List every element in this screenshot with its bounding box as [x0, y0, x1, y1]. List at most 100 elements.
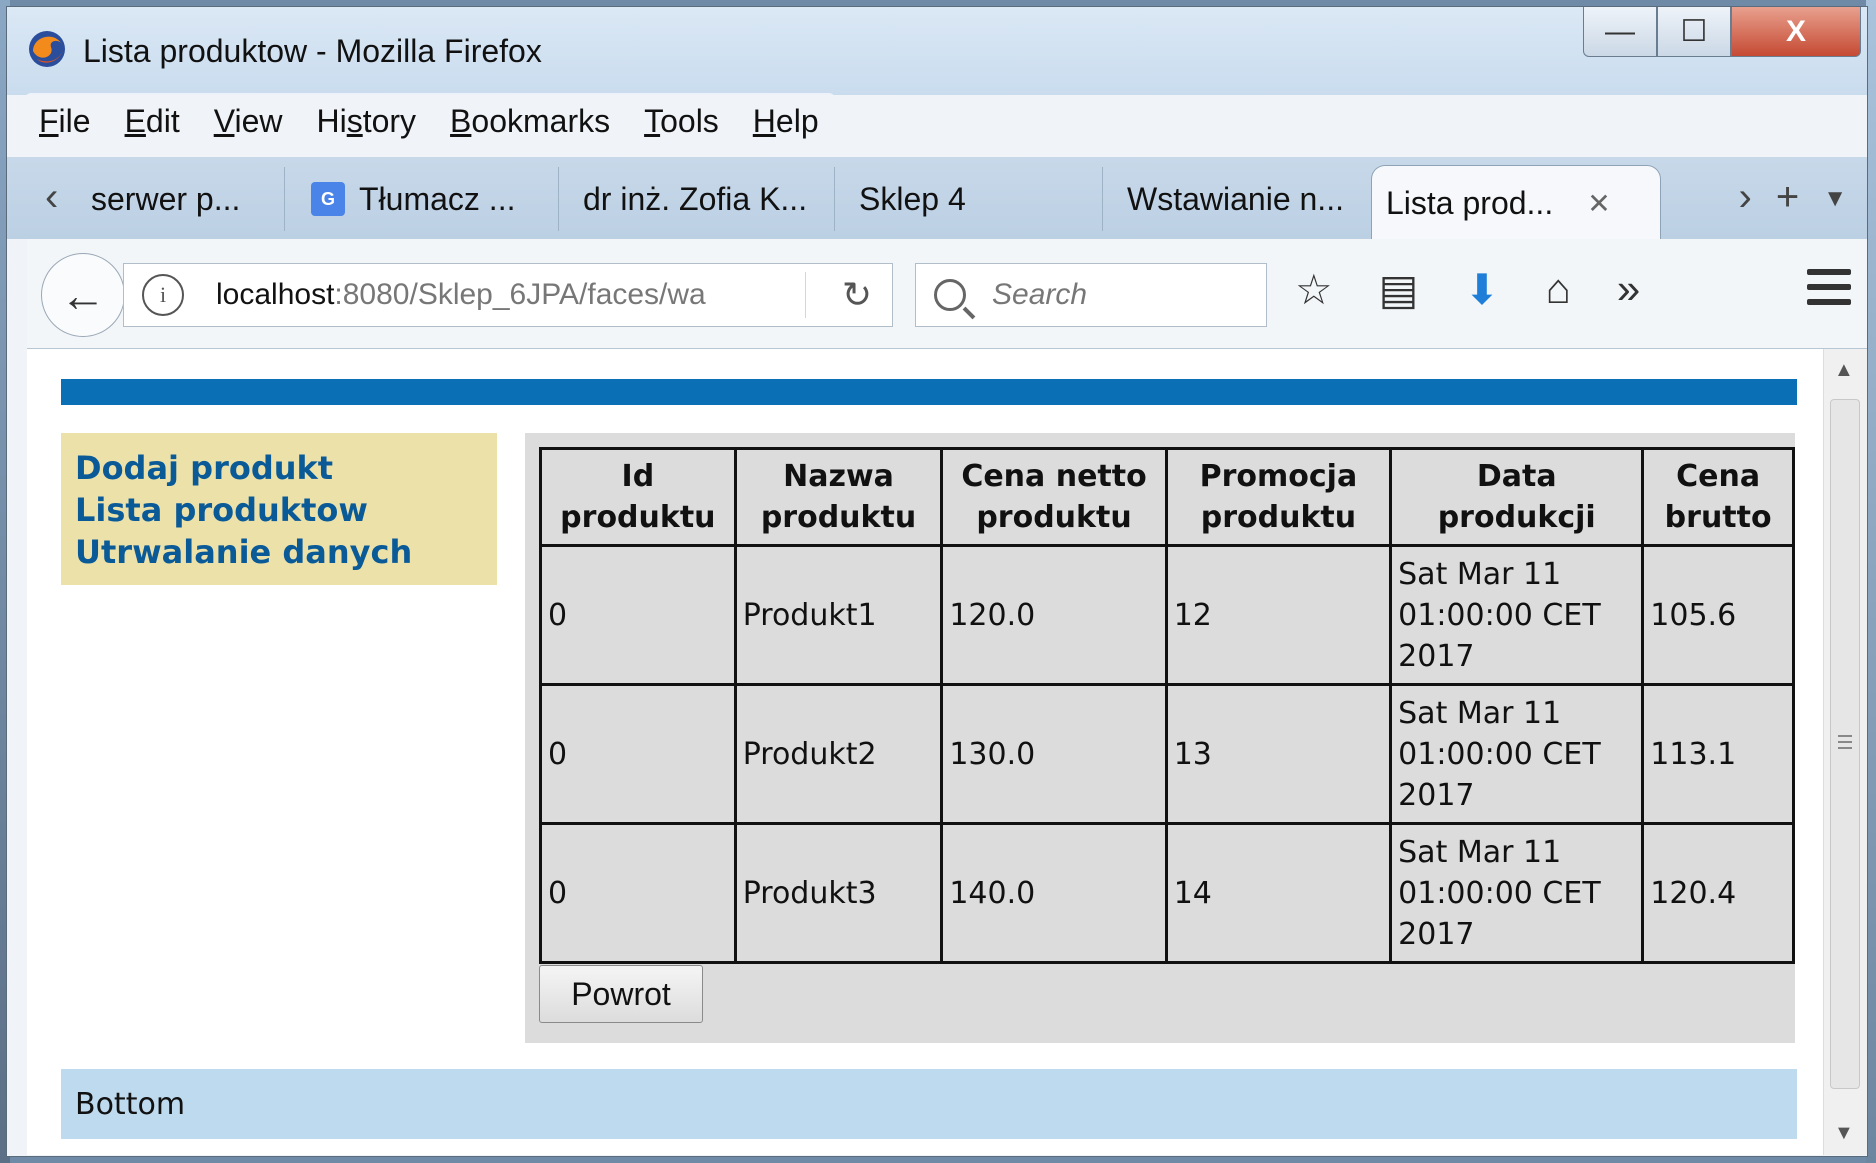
tab-label: dr inż. Zofia K...	[583, 180, 808, 217]
info-icon[interactable]: i	[142, 274, 184, 316]
cell-nazwa: Produkt2	[733, 683, 944, 825]
tab-label: Sklep 4	[859, 180, 966, 217]
table-header-row: Id produktu Nazwa produktu Cena netto produ…	[539, 447, 1795, 547]
main-content: Id produktu Nazwa produktu Cena netto produ…	[525, 433, 1795, 1043]
column-header-promocja: Promocja produktu	[1164, 447, 1393, 547]
tab-label: Tłumacz ...	[359, 180, 516, 217]
title-bar: Lista produktow - Mozilla Firefox — ☐ X	[7, 7, 1867, 95]
cell-promocja: 12	[1164, 544, 1393, 686]
cell-nazwa: Produkt3	[733, 822, 944, 964]
navigation-toolbar: ← i localhost:8080/Sklep_6JPA/faces/wa ↻…	[27, 239, 1867, 349]
tab-zofia[interactable]: dr inż. Zofia K...	[569, 167, 835, 231]
page-header-bar	[61, 379, 1797, 405]
column-header-cena-brutto: Cena brutto	[1641, 447, 1795, 547]
column-header-cena-netto: Cena netto produktu	[940, 447, 1168, 547]
column-header-nazwa: Nazwa produktu	[733, 447, 944, 547]
close-icon: X	[1785, 14, 1806, 48]
tab-close-icon[interactable]: ✕	[1587, 187, 1610, 220]
window-controls: — ☐ X	[1583, 7, 1861, 65]
maximize-icon: ☐	[1680, 15, 1708, 48]
table-row: 0 Produkt2 130.0 13 Sat Mar 11 01:00:00 C…	[539, 683, 1795, 825]
home-icon[interactable]: ⌂	[1546, 265, 1571, 314]
table-row: 0 Produkt1 120.0 12 Sat Mar 11 01:00:00 C…	[539, 544, 1795, 686]
tab-bar: ‹ serwer p... G Tłumacz ... dr inż. Zofi…	[7, 157, 1867, 241]
new-tab-icon[interactable]: +	[1776, 175, 1799, 220]
cell-cena-netto: 120.0	[940, 544, 1168, 686]
cell-id: 0	[539, 683, 737, 825]
cell-cena-brutto: 120.4	[1641, 822, 1795, 964]
close-button[interactable]: X	[1731, 7, 1861, 57]
vertical-scrollbar[interactable]: ▲ ▼	[1823, 349, 1867, 1155]
menu-bar: File Edit View History Bookmarks Tools H…	[25, 93, 835, 149]
cell-promocja: 14	[1164, 822, 1393, 964]
minimize-icon: —	[1605, 14, 1635, 48]
bookmark-star-icon[interactable]: ☆	[1295, 265, 1333, 314]
menu-edit[interactable]: Edit	[125, 103, 180, 140]
tab-lista-active[interactable]: Lista prod... ✕	[1371, 165, 1661, 241]
menu-view[interactable]: View	[214, 103, 283, 140]
tab-list-icon[interactable]: ▼	[1823, 185, 1847, 220]
column-header-data: Data produkcji	[1389, 447, 1645, 547]
tab-label: serwer p...	[91, 180, 241, 217]
window-title: Lista produktow - Mozilla Firefox	[83, 33, 542, 69]
toolbar-icons: ☆ ▤ ⬇ ⌂ »	[1295, 265, 1640, 314]
url-separator	[805, 272, 806, 318]
left-navigation: Dodaj produkt Lista produktow Utrwalanie…	[61, 433, 497, 585]
page-footer: Bottom	[61, 1069, 1797, 1139]
cell-data: Sat Mar 11 01:00:00 CET 2017	[1389, 544, 1645, 686]
tab-label: Wstawianie n...	[1127, 180, 1344, 217]
download-icon[interactable]: ⬇	[1464, 265, 1499, 314]
back-button[interactable]: ←	[41, 253, 125, 337]
cell-id: 0	[539, 822, 737, 964]
tab-serwer[interactable]: serwer p...	[77, 167, 285, 231]
menu-history[interactable]: History	[316, 103, 416, 140]
table-row: 0 Produkt3 140.0 14 Sat Mar 11 01:00:00 C…	[539, 822, 1795, 964]
scroll-grip-icon	[1838, 735, 1852, 753]
hamburger-menu-icon[interactable]	[1807, 269, 1851, 314]
search-box[interactable]: Search	[915, 263, 1267, 327]
tab-scroll-right-icon[interactable]: ›	[1739, 175, 1752, 220]
url-path: :8080/Sklep_6JPA/faces/wa	[334, 278, 706, 311]
overflow-chevron-icon[interactable]: »	[1617, 265, 1640, 314]
cell-promocja: 13	[1164, 683, 1393, 825]
link-utrwalanie-danych[interactable]: Utrwalanie danych	[75, 531, 483, 573]
cell-cena-netto: 140.0	[940, 822, 1168, 964]
search-placeholder: Search	[992, 278, 1088, 311]
tab-label: Lista prod...	[1386, 185, 1554, 221]
column-header-id: Id produktu	[539, 447, 737, 547]
menu-file[interactable]: File	[39, 103, 91, 140]
page-viewport: Dodaj produkt Lista produktow Utrwalanie…	[27, 349, 1823, 1155]
minimize-button[interactable]: —	[1583, 7, 1657, 57]
menu-tools[interactable]: Tools	[644, 103, 719, 140]
tab-wstawianie[interactable]: Wstawianie n...	[1113, 167, 1375, 231]
cell-cena-brutto: 113.1	[1641, 683, 1795, 825]
browser-window: Lista produktow - Mozilla Firefox — ☐ X …	[6, 6, 1868, 1157]
cell-cena-brutto: 105.6	[1641, 544, 1795, 686]
tab-controls: › + ▼	[1739, 175, 1847, 220]
firefox-icon	[29, 31, 65, 67]
scroll-up-arrow-icon[interactable]: ▲	[1834, 359, 1854, 382]
maximize-button[interactable]: ☐	[1657, 7, 1731, 57]
tab-sklep4[interactable]: Sklep 4	[845, 167, 1103, 231]
cell-id: 0	[539, 544, 737, 686]
link-lista-produktow[interactable]: Lista produktow	[75, 489, 483, 531]
url-bar[interactable]: i localhost:8080/Sklep_6JPA/faces/wa ↻	[123, 263, 893, 327]
cell-cena-netto: 130.0	[940, 683, 1168, 825]
reload-icon[interactable]: ↻	[842, 274, 872, 316]
search-icon	[934, 279, 966, 311]
cell-nazwa: Produkt1	[733, 544, 944, 686]
tab-tlumacz[interactable]: G Tłumacz ...	[297, 167, 559, 231]
menu-bookmarks[interactable]: Bookmarks	[450, 103, 610, 140]
cell-data: Sat Mar 11 01:00:00 CET 2017	[1389, 683, 1645, 825]
url-host: localhost	[216, 278, 335, 311]
link-dodaj-produkt[interactable]: Dodaj produkt	[75, 447, 483, 489]
menu-help[interactable]: Help	[753, 103, 819, 140]
scroll-down-arrow-icon[interactable]: ▼	[1834, 1122, 1854, 1145]
cell-data: Sat Mar 11 01:00:00 CET 2017	[1389, 822, 1645, 964]
tab-scroll-left-icon[interactable]: ‹	[45, 175, 58, 220]
products-table: Id produktu Nazwa produktu Cena netto produ…	[539, 447, 1795, 964]
scroll-thumb[interactable]	[1830, 399, 1860, 1089]
powrot-button[interactable]: Powrot	[539, 965, 703, 1023]
reading-list-icon[interactable]: ▤	[1379, 265, 1419, 314]
back-arrow-icon: ←	[60, 269, 106, 321]
